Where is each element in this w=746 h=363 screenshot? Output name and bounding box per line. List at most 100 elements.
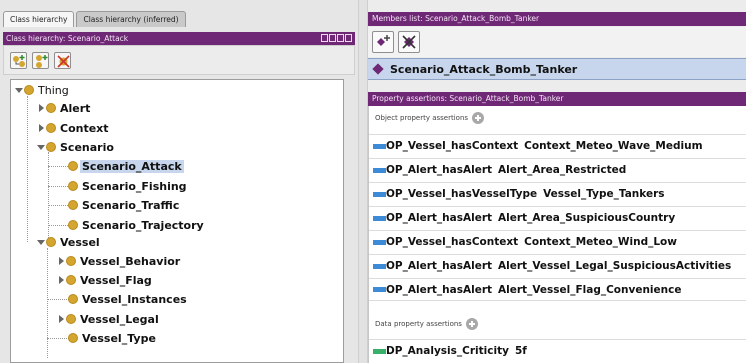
tree-node-context[interactable]: Context [37,119,111,137]
tree-node-vessel-legal[interactable]: Vessel_Legal [57,310,161,328]
class-icon [66,256,76,266]
collapse-icon[interactable] [37,238,45,246]
individuals-panel: Members list: Scenario_Attack_Bomb_Tanke… [368,0,746,363]
delete-individual-button[interactable] [398,31,420,53]
class-hierarchy-panel: Class hierarchy Class hierarchy (inferre… [0,0,358,363]
add-object-assertion-icon[interactable] [472,112,485,124]
class-hierarchy-header: Class hierarchy: Scenario_Attack [3,32,355,45]
object-assertion-row[interactable]: OP_Alert_hasAlert Alert_Vessel_Legal_Sus… [369,254,746,277]
tree-node-label: Scenario_Attack [80,159,184,173]
tree-node-vessel-behavior[interactable]: Vessel_Behavior [57,252,182,270]
members-list-header: Members list: Scenario_Attack_Bomb_Tanke… [368,12,746,26]
tree-connector [47,248,48,358]
tree-connector [47,338,69,339]
members-toolbar [368,27,746,57]
expand-icon[interactable] [57,315,65,323]
view-controls [321,34,352,42]
class-icon [66,314,76,324]
tree-connector [48,205,68,206]
property-assertions-list: Object property assertions OP_Vessel_has… [368,106,746,363]
tree-node-vessel-type[interactable]: Vessel_Type [68,329,158,347]
property-name: OP_Alert_hasAlert [386,212,493,224]
property-name: OP_Vessel_hasContext [386,140,519,152]
tree-node-alert[interactable]: Alert [37,99,92,117]
object-property-icon [373,143,386,149]
property-value: 5f [514,345,527,357]
tree-node-vessel-instances[interactable]: Vessel_Instances [68,290,189,308]
property-name: DP_Analysis_Criticity [386,345,509,357]
object-property-icon [373,191,386,197]
pane-splitter[interactable] [358,0,368,363]
tree-node-vessel-flag[interactable]: Vessel_Flag [57,271,154,289]
add-sibling-icon [36,55,48,68]
add-data-assertion-icon[interactable] [465,318,478,330]
add-subclass-button[interactable] [10,52,27,69]
expand-icon[interactable] [57,257,65,265]
class-toolbar [3,45,355,75]
tab-class-hierarchy-inferred[interactable]: Class hierarchy (inferred) [76,11,186,27]
object-property-section: Object property assertions [375,112,485,124]
tree-node-scenario-trajectory[interactable]: Scenario_Trajectory [68,216,206,234]
tree-node-label: Context [60,121,109,135]
class-icon [66,275,76,285]
tree-node-label: Scenario_Fishing [82,179,187,193]
object-assertion-row[interactable]: OP_Alert_hasAlert Alert_Area_Restricted [369,158,746,181]
property-name: OP_Alert_hasAlert [386,260,493,272]
object-property-icon [373,239,386,245]
property-name: OP_Alert_hasAlert [386,283,493,296]
collapse-icon[interactable] [15,86,23,94]
tree-connector [48,225,68,226]
class-icon [68,161,78,171]
view-maximize-icon[interactable] [337,34,344,42]
view-close-icon[interactable] [345,34,352,42]
tree-node-scenario-traffic[interactable]: Scenario_Traffic [68,196,181,214]
tree-node-label: Vessel_Instances [82,292,187,306]
add-individual-button[interactable] [372,31,394,53]
tree-node-scenario-fishing[interactable]: Scenario_Fishing [68,177,189,195]
object-assertion-row[interactable]: OP_Alert_hasAlert Alert_Vessel_Flag_Conv… [369,278,746,301]
property-value: Alert_Area_SuspiciousCountry [498,212,676,224]
object-assertion-row[interactable]: OP_Alert_hasAlert Alert_Area_SuspiciousC… [369,206,746,229]
data-section-label: Data property assertions [375,320,462,328]
collapse-icon[interactable] [37,143,45,151]
view-pin-icon[interactable] [321,34,328,42]
add-sibling-button[interactable] [32,52,49,69]
property-value: Vessel_Type_Tankers [543,188,665,200]
delete-class-icon [57,55,70,68]
data-assertion-row[interactable]: DP_Analysis_Criticity 5f [369,339,746,362]
expand-icon[interactable] [37,104,45,112]
property-name: OP_Alert_hasAlert [386,164,493,176]
property-name: OP_Vessel_hasVesselType [386,188,538,200]
tree-node-label: Scenario_Traffic [82,198,180,212]
tree-node-vessel[interactable]: Vessel [37,233,102,251]
class-icon [68,220,78,230]
class-tree[interactable]: Thing Alert Context Scenario Scenario_At… [10,79,344,363]
tree-connector [27,96,28,242]
class-icon [46,142,56,152]
property-value: Context_Meteo_Wind_Low [524,236,677,248]
tree-node-scenario-attack[interactable]: Scenario_Attack [68,157,184,175]
expand-icon[interactable] [37,124,45,132]
property-assertions-header: Property assertions: Scenario_Attack_Bom… [368,92,746,106]
tree-node-scenario[interactable]: Scenario [37,138,116,156]
view-minimize-icon[interactable] [329,34,336,42]
object-property-icon [373,287,386,292]
add-subclass-icon [13,55,25,67]
tree-connector [47,299,69,300]
member-row[interactable]: Scenario_Attack_Bomb_Tanker [368,58,746,80]
class-icon [46,123,56,133]
data-property-icon [373,348,386,354]
object-assertion-row[interactable]: OP_Vessel_hasContext Context_Meteo_Wind_… [369,230,746,253]
tree-node-thing[interactable]: Thing [15,81,71,99]
tree-node-label: Scenario_Trajectory [82,218,204,232]
object-assertion-row[interactable]: OP_Vessel_hasContext Context_Meteo_Wave_… [369,134,746,157]
tree-node-label: Vessel_Flag [80,273,152,287]
expand-icon[interactable] [57,276,65,284]
class-icon [24,85,34,95]
tab-class-hierarchy[interactable]: Class hierarchy [3,11,75,27]
property-value: Context_Meteo_Wave_Medium [524,140,703,152]
object-assertion-row[interactable]: OP_Vessel_hasVesselType Vessel_Type_Tank… [369,182,746,205]
class-icon [68,294,78,304]
class-icon [46,103,56,113]
delete-class-button[interactable] [54,52,71,69]
